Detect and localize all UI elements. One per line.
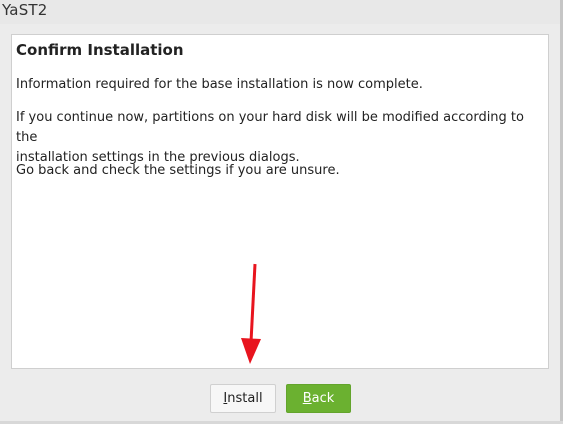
install-button[interactable]: Install: [210, 384, 276, 413]
install-label: nstall: [227, 391, 263, 406]
window-title-bar: YaST2: [0, 0, 563, 24]
info-paragraph: Information required for the base instal…: [16, 77, 423, 92]
back-button[interactable]: Back: [286, 384, 351, 413]
warning-line-1: If you continue now, partitions on your …: [16, 110, 524, 145]
dialog-content-panel: Confirm Installation Information require…: [11, 34, 549, 369]
red-arrow-down-icon: [241, 263, 261, 364]
advice-paragraph: Go back and check the settings if you ar…: [16, 163, 340, 178]
window-title: YaST2: [2, 1, 48, 19]
back-label: ack: [311, 391, 335, 406]
dialog-heading: Confirm Installation: [16, 41, 184, 59]
back-mnemonic: B: [302, 391, 312, 406]
warning-paragraph: If you continue now, partitions on your …: [16, 108, 536, 168]
